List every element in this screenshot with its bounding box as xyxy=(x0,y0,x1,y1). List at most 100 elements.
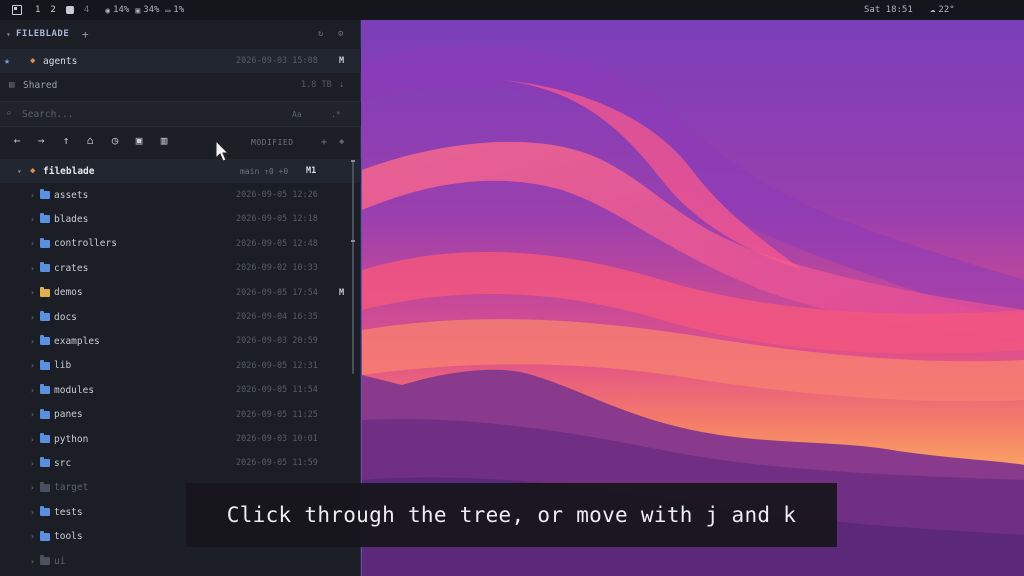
git-dir-icon: ◆ xyxy=(30,56,36,66)
refresh-icon[interactable]: ↻ xyxy=(318,29,323,39)
tree-item-modules[interactable]: › modules 2026-09-05 11:54 xyxy=(0,378,361,402)
folder-icon xyxy=(40,213,50,224)
tree-item-date: 2026-09-05 12:26 xyxy=(236,190,318,200)
chevron-right-icon[interactable]: › xyxy=(30,532,35,541)
workspace-1[interactable]: 1 xyxy=(35,5,40,15)
chevron-right-icon[interactable]: › xyxy=(30,459,35,468)
eject-icon[interactable]: ⇣ xyxy=(339,80,344,90)
search-input[interactable] xyxy=(22,106,222,122)
cpu-stat: ◉ 14% xyxy=(105,5,130,15)
folder-icon xyxy=(40,237,50,248)
chevron-right-icon[interactable]: › xyxy=(30,264,35,273)
favorite-date: 2026-09-03 15:08 xyxy=(236,56,318,66)
column-header-modified[interactable]: MODIFIED xyxy=(251,138,294,147)
workspace-2[interactable]: 2 xyxy=(50,5,55,15)
chevron-right-icon[interactable]: › xyxy=(30,361,35,370)
add-icon[interactable]: + xyxy=(82,28,89,41)
scrollbar[interactable] xyxy=(352,161,354,374)
home-icon[interactable]: ⌂ xyxy=(82,134,98,147)
chevron-right-icon[interactable]: › xyxy=(30,239,35,248)
back-arrow-icon[interactable]: ← xyxy=(9,134,25,147)
tree-item-label: ui xyxy=(54,555,66,567)
workspace-4[interactable]: 4 xyxy=(84,5,89,15)
folder-icon xyxy=(40,433,50,443)
memory-icon: ▣ xyxy=(135,5,141,15)
chevron-right-icon[interactable]: › xyxy=(30,191,35,200)
tree-item-label: crates xyxy=(54,262,89,274)
regex-toggle[interactable]: .* xyxy=(331,110,341,119)
chevron-right-icon[interactable]: › xyxy=(30,483,35,492)
favorite-agents[interactable]: ★ ◆ agents 2026-09-03 15:08 M xyxy=(0,49,361,73)
caption-overlay: Click through the tree, or move with j a… xyxy=(186,483,837,547)
clock[interactable]: Sat 18:51 xyxy=(864,5,913,15)
chevron-right-icon[interactable]: › xyxy=(30,557,35,566)
folder-icon xyxy=(40,555,50,565)
search-icon: ⌕ xyxy=(6,109,12,119)
chevron-down-icon[interactable]: ▾ xyxy=(17,167,22,176)
chevron-right-icon[interactable]: › xyxy=(30,215,35,224)
gear-icon[interactable]: ⚙ xyxy=(338,29,343,39)
tree-item-assets[interactable]: › assets 2026-09-05 12:26 xyxy=(0,183,361,207)
shared-name: Shared xyxy=(23,79,58,91)
tree-item-docs[interactable]: › docs 2026-09-04 16:35 xyxy=(0,305,361,329)
match-case-toggle[interactable]: Aa xyxy=(292,110,302,119)
tree-item-panes[interactable]: › panes 2026-09-05 11:25 xyxy=(0,403,361,427)
folder-icon xyxy=(40,384,50,395)
tree-item-label: controllers xyxy=(54,238,117,250)
tree-root[interactable]: ▾ ◆ fileblade main ↑0 +0 M1 xyxy=(0,159,361,183)
tree-item-date: 2026-09-03 20:59 xyxy=(236,336,318,347)
add-column-icon[interactable]: + xyxy=(321,137,327,148)
tree-item-ui[interactable]: › ui xyxy=(0,549,361,573)
up-arrow-icon[interactable]: ↑ xyxy=(58,134,74,147)
star-icon: ★ xyxy=(4,55,11,67)
tree-item-date: 2026-09-04 16:35 xyxy=(236,312,318,322)
tree-item-lib[interactable]: › lib 2026-09-05 12:31 xyxy=(0,354,361,378)
folder-icon xyxy=(40,335,50,346)
chevron-right-icon[interactable]: › xyxy=(30,508,35,517)
tree-item-controllers[interactable]: › controllers 2026-09-05 12:48 xyxy=(0,232,361,256)
scrollbar-marker xyxy=(351,240,355,242)
chevron-right-icon[interactable]: › xyxy=(30,435,35,444)
shared-drive[interactable]: ▤ Shared 1.8 TB ⇣ xyxy=(0,73,361,97)
tree-item-date: 2026-09-05 11:59 xyxy=(236,458,318,469)
weather[interactable]: ☁ 22° xyxy=(930,5,955,15)
chevron-right-icon[interactable]: › xyxy=(30,410,35,419)
folder-icon xyxy=(40,262,50,273)
sort-direction-icon[interactable]: ◈ xyxy=(339,137,344,147)
folder-icon xyxy=(40,408,50,419)
chevron-right-icon[interactable]: › xyxy=(30,288,35,297)
tree-item-date: 2026-09-02 10:33 xyxy=(236,263,318,274)
chevron-down-icon[interactable]: ▾ xyxy=(6,30,11,39)
tree-item-label: assets xyxy=(54,189,89,201)
tree-item-label: lib xyxy=(54,360,72,372)
root-mark: M1 xyxy=(306,166,317,176)
tree-item-blades[interactable]: › blades 2026-09-05 12:18 xyxy=(0,207,361,231)
folder-icon xyxy=(40,457,50,468)
tree-item-python[interactable]: › python 2026-09-03 10:01 xyxy=(0,427,361,451)
chevron-right-icon[interactable]: › xyxy=(30,386,35,395)
tree-item-examples[interactable]: › examples 2026-09-03 20:59 xyxy=(0,329,361,353)
trash-icon[interactable]: ▥ xyxy=(156,134,172,147)
git-status: main ↑0 +0 xyxy=(240,166,289,176)
tree-item-src[interactable]: › src 2026-09-05 11:59 xyxy=(0,451,361,475)
workspace-3-active[interactable] xyxy=(65,6,74,14)
tree-item-label: modules xyxy=(54,384,95,396)
tree-item-crates[interactable]: › crates 2026-09-02 10:33 xyxy=(0,256,361,280)
tree-item-date: 2026-09-05 12:31 xyxy=(236,360,318,371)
tree-item-date: 2026-09-05 11:25 xyxy=(236,409,318,420)
workspace-logo-icon[interactable] xyxy=(12,5,22,15)
drive-toolbar-icon[interactable]: ▣ xyxy=(131,134,147,147)
history-icon[interactable]: ◷ xyxy=(107,134,123,147)
root-name: fileblade xyxy=(43,165,95,177)
tree-item-demos[interactable]: › demos 2026-09-05 17:54 M xyxy=(0,281,361,305)
sidebar-header: ▾ FILEBLADE + ↻ ⚙ xyxy=(0,22,361,46)
folder-icon xyxy=(40,481,50,492)
forward-arrow-icon[interactable]: → xyxy=(33,134,49,147)
cloud-icon: ☁ xyxy=(930,5,936,15)
tree-item-date: 2026-09-05 17:54 xyxy=(236,287,318,298)
chevron-right-icon[interactable]: › xyxy=(30,313,35,322)
tree-item-label: tools xyxy=(54,531,83,543)
git-dir-icon: ◆ xyxy=(30,166,36,176)
chevron-right-icon[interactable]: › xyxy=(30,337,35,346)
tree-item-mark: M xyxy=(339,287,345,298)
